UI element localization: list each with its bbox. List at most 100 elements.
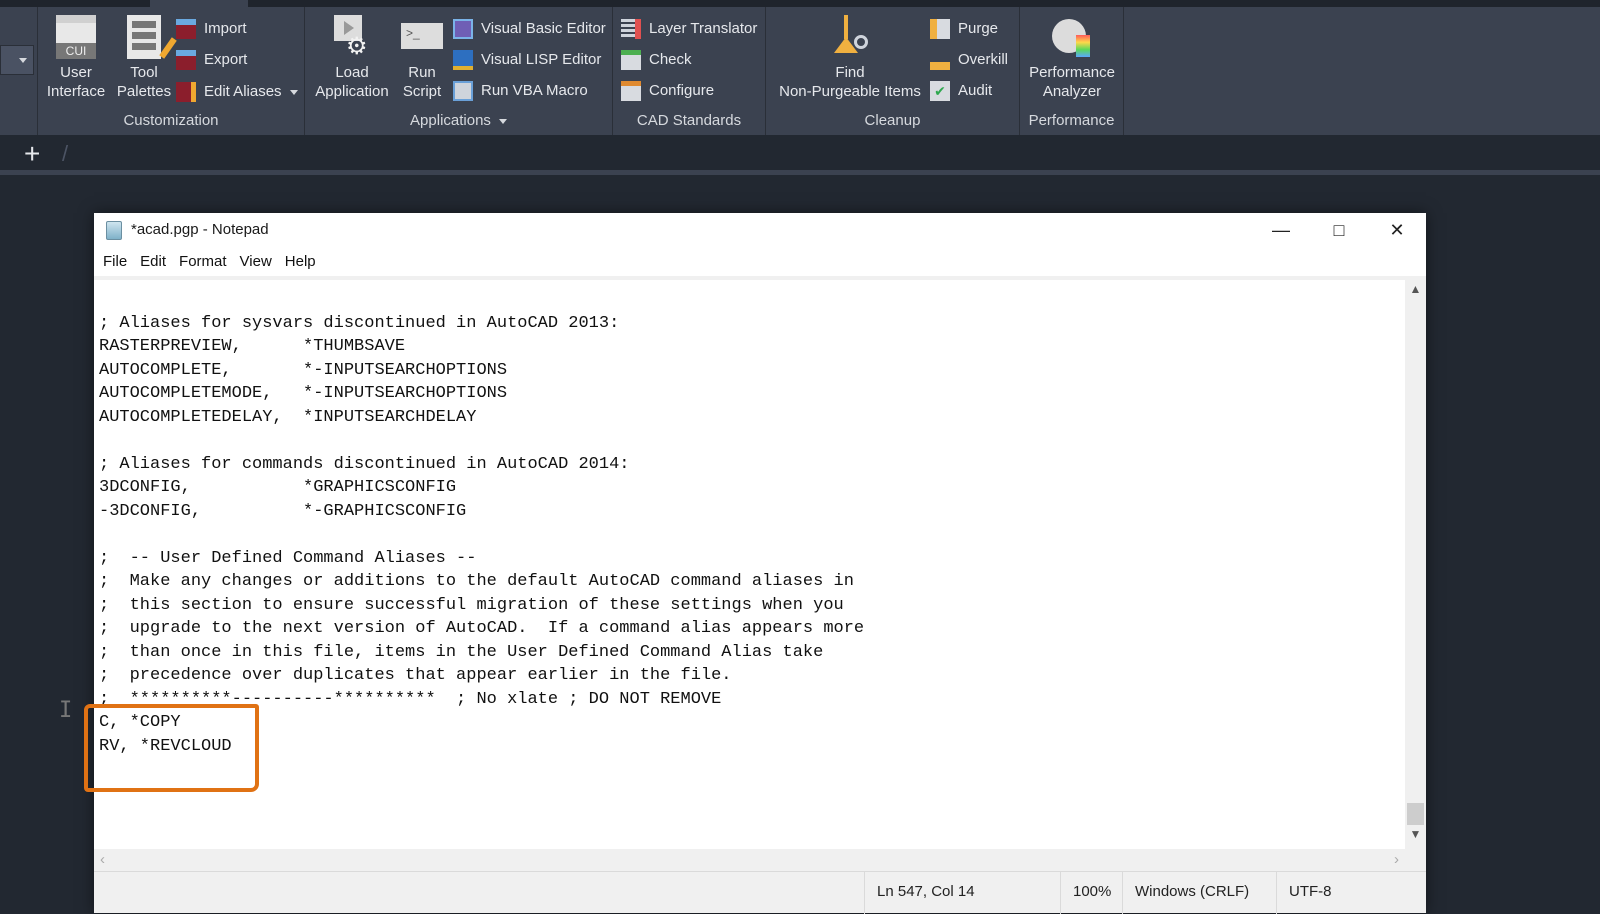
import-button[interactable]: Import [176, 17, 247, 41]
visual-basic-icon [453, 19, 473, 39]
purge-button[interactable]: Purge [930, 17, 998, 41]
check-standards-icon [621, 50, 641, 70]
menu-format[interactable]: Format [179, 249, 236, 275]
text-line[interactable]: ; Make any changes or additions to the d… [99, 570, 864, 594]
text-editor[interactable]: ; Aliases for sysvars discontinued in Au… [94, 280, 1405, 849]
close-button[interactable]: ✕ [1368, 213, 1426, 247]
user-interface-label-2: Interface [46, 83, 106, 100]
configure-button[interactable]: Configure [621, 79, 714, 103]
run-script-button[interactable]: >_ Run Script [397, 15, 447, 101]
scroll-right-icon[interactable]: › [1394, 851, 1399, 868]
find-label-2: Non-Purgeable Items [779, 83, 921, 100]
text-line[interactable]: AUTOCOMPLETE, *-INPUTSEARCHOPTIONS [99, 359, 864, 383]
run-script-icon: >_ [401, 15, 443, 59]
vertical-scroll-thumb[interactable] [1407, 803, 1424, 825]
notepad-icon [106, 221, 122, 240]
load-application-label-2: Application [315, 83, 389, 100]
text-line[interactable]: ; Aliases for sysvars discontinued in Au… [99, 312, 864, 336]
ribbon: CUI User Interface Tool Palettes Import … [0, 7, 1600, 135]
notepad-titlebar[interactable]: *acad.pgp - Notepad — □ ✕ [94, 213, 1426, 247]
text-line[interactable]: ; than once in this file, items in the U… [99, 641, 864, 665]
chevron-down-icon [498, 118, 507, 124]
menu-view[interactable]: View [240, 249, 281, 275]
check-label: Check [649, 51, 692, 68]
panel-left-partial [0, 7, 38, 135]
load-application-label-1: Load [335, 64, 369, 81]
run-vba-macro-button[interactable]: Run VBA Macro [453, 79, 588, 103]
visual-lisp-editor-label: Visual LISP Editor [481, 51, 602, 68]
scroll-left-icon[interactable]: ‹ [100, 851, 105, 868]
vertical-scrollbar[interactable]: ▲ ▼ [1405, 280, 1426, 849]
check-button[interactable]: Check [621, 48, 692, 72]
panel-performance: Performance Analyzer Performance [1020, 7, 1124, 135]
export-button[interactable]: Export [176, 48, 247, 72]
audit-label: Audit [958, 82, 993, 99]
scroll-up-icon[interactable]: ▲ [1405, 282, 1426, 300]
broom-search-icon [830, 15, 870, 59]
scrollbar-corner [1405, 849, 1426, 871]
visual-basic-editor-button[interactable]: Visual Basic Editor [453, 17, 606, 41]
tab-separator: / [62, 141, 69, 166]
panel-applications: ⚙ Load Application >_ Run Script Visual … [305, 7, 613, 135]
text-line[interactable]: ; precedence over duplicates that appear… [99, 664, 864, 688]
horizontal-scrollbar[interactable]: ‹ › [94, 849, 1405, 871]
text-line[interactable]: ; upgrade to the next version of AutoCAD… [99, 617, 864, 641]
run-script-label-2: Script [402, 83, 442, 100]
text-line[interactable] [99, 523, 864, 547]
menu-edit[interactable]: Edit [140, 249, 175, 275]
visual-basic-editor-label: Visual Basic Editor [481, 20, 606, 37]
active-ribbon-tab[interactable] [150, 0, 248, 7]
text-line[interactable]: ; Aliases for commands discontinued in A… [99, 453, 864, 477]
visual-lisp-editor-button[interactable]: Visual LISP Editor [453, 48, 601, 72]
edit-aliases-button[interactable]: Edit Aliases [176, 80, 298, 104]
tool-palettes-button[interactable]: Tool Palettes [114, 15, 177, 101]
text-line[interactable]: RASTERPREVIEW, *THUMBSAVE [99, 335, 864, 359]
purge-icon [930, 19, 950, 39]
menu-bar: File Edit Format View Help [94, 249, 1426, 275]
applications-title-label: Applications [410, 112, 491, 129]
cui-icon: CUI [56, 15, 96, 59]
panel-title-performance: Performance [1028, 112, 1115, 129]
panel-title-applications[interactable]: Applications [305, 112, 612, 129]
text-line[interactable]: ; -- User Defined Command Aliases -- [99, 547, 864, 571]
maximize-button[interactable]: □ [1310, 213, 1368, 247]
layer-translator-button[interactable]: Layer Translator [621, 17, 757, 41]
chevron-down-icon[interactable] [289, 89, 298, 95]
text-line[interactable] [99, 288, 864, 312]
menu-help[interactable]: Help [285, 249, 325, 275]
load-application-icon: ⚙ [332, 15, 372, 59]
overkill-button[interactable]: Overkill [930, 48, 1008, 72]
panel-cleanup: Find Non-Purgeable Items Purge Overkill … [766, 7, 1020, 135]
find-non-purgeable-items-button[interactable]: Find Non-Purgeable Items [772, 15, 928, 101]
user-interface-button[interactable]: CUI User Interface [44, 15, 108, 101]
overkill-broom-icon [930, 50, 950, 70]
performance-analyzer-button[interactable]: Performance Analyzer [1020, 15, 1124, 101]
text-line[interactable]: AUTOCOMPLETEDELAY, *INPUTSEARCHDELAY [99, 406, 864, 430]
tool-palettes-icon [127, 15, 177, 59]
purge-label: Purge [958, 20, 999, 37]
layer-translator-icon [621, 19, 641, 39]
text-line[interactable]: AUTOCOMPLETEMODE, *-INPUTSEARCHOPTIONS [99, 382, 864, 406]
text-line[interactable]: -3DCONFIG, *-GRAPHICSCONFIG [99, 500, 864, 524]
minimize-button[interactable]: — [1252, 213, 1310, 247]
panel-title-customization: Customization [123, 112, 219, 129]
cuix-export-icon [176, 50, 196, 70]
notepad-window: *acad.pgp - Notepad — □ ✕ File Edit Form… [94, 213, 1426, 914]
vba-macro-icon [453, 81, 473, 101]
text-line[interactable]: 3DCONFIG, *GRAPHICSCONFIG [99, 476, 864, 500]
load-application-button[interactable]: ⚙ Load Application [307, 15, 397, 101]
menu-file[interactable]: File [103, 249, 136, 275]
run-script-label-1: Run [408, 64, 436, 81]
audit-button[interactable]: ✔ Audit [930, 79, 992, 103]
panel-title-cleanup: Cleanup [864, 112, 921, 129]
text-line[interactable]: ; this section to ensure successful migr… [99, 594, 864, 618]
text-line[interactable] [99, 429, 864, 453]
panel-title-cad-standards: CAD Standards [636, 112, 742, 129]
editor-text[interactable]: ; Aliases for sysvars discontinued in Au… [99, 288, 864, 758]
export-label: Export [204, 51, 248, 68]
status-line-endings: Windows (CRLF) [1122, 872, 1276, 914]
file-tab-bar: + / [0, 135, 1600, 175]
status-cursor-position: Ln 547, Col 14 [864, 872, 1060, 914]
new-tab-button[interactable]: + [24, 140, 40, 168]
scroll-down-icon[interactable]: ▼ [1405, 827, 1426, 845]
